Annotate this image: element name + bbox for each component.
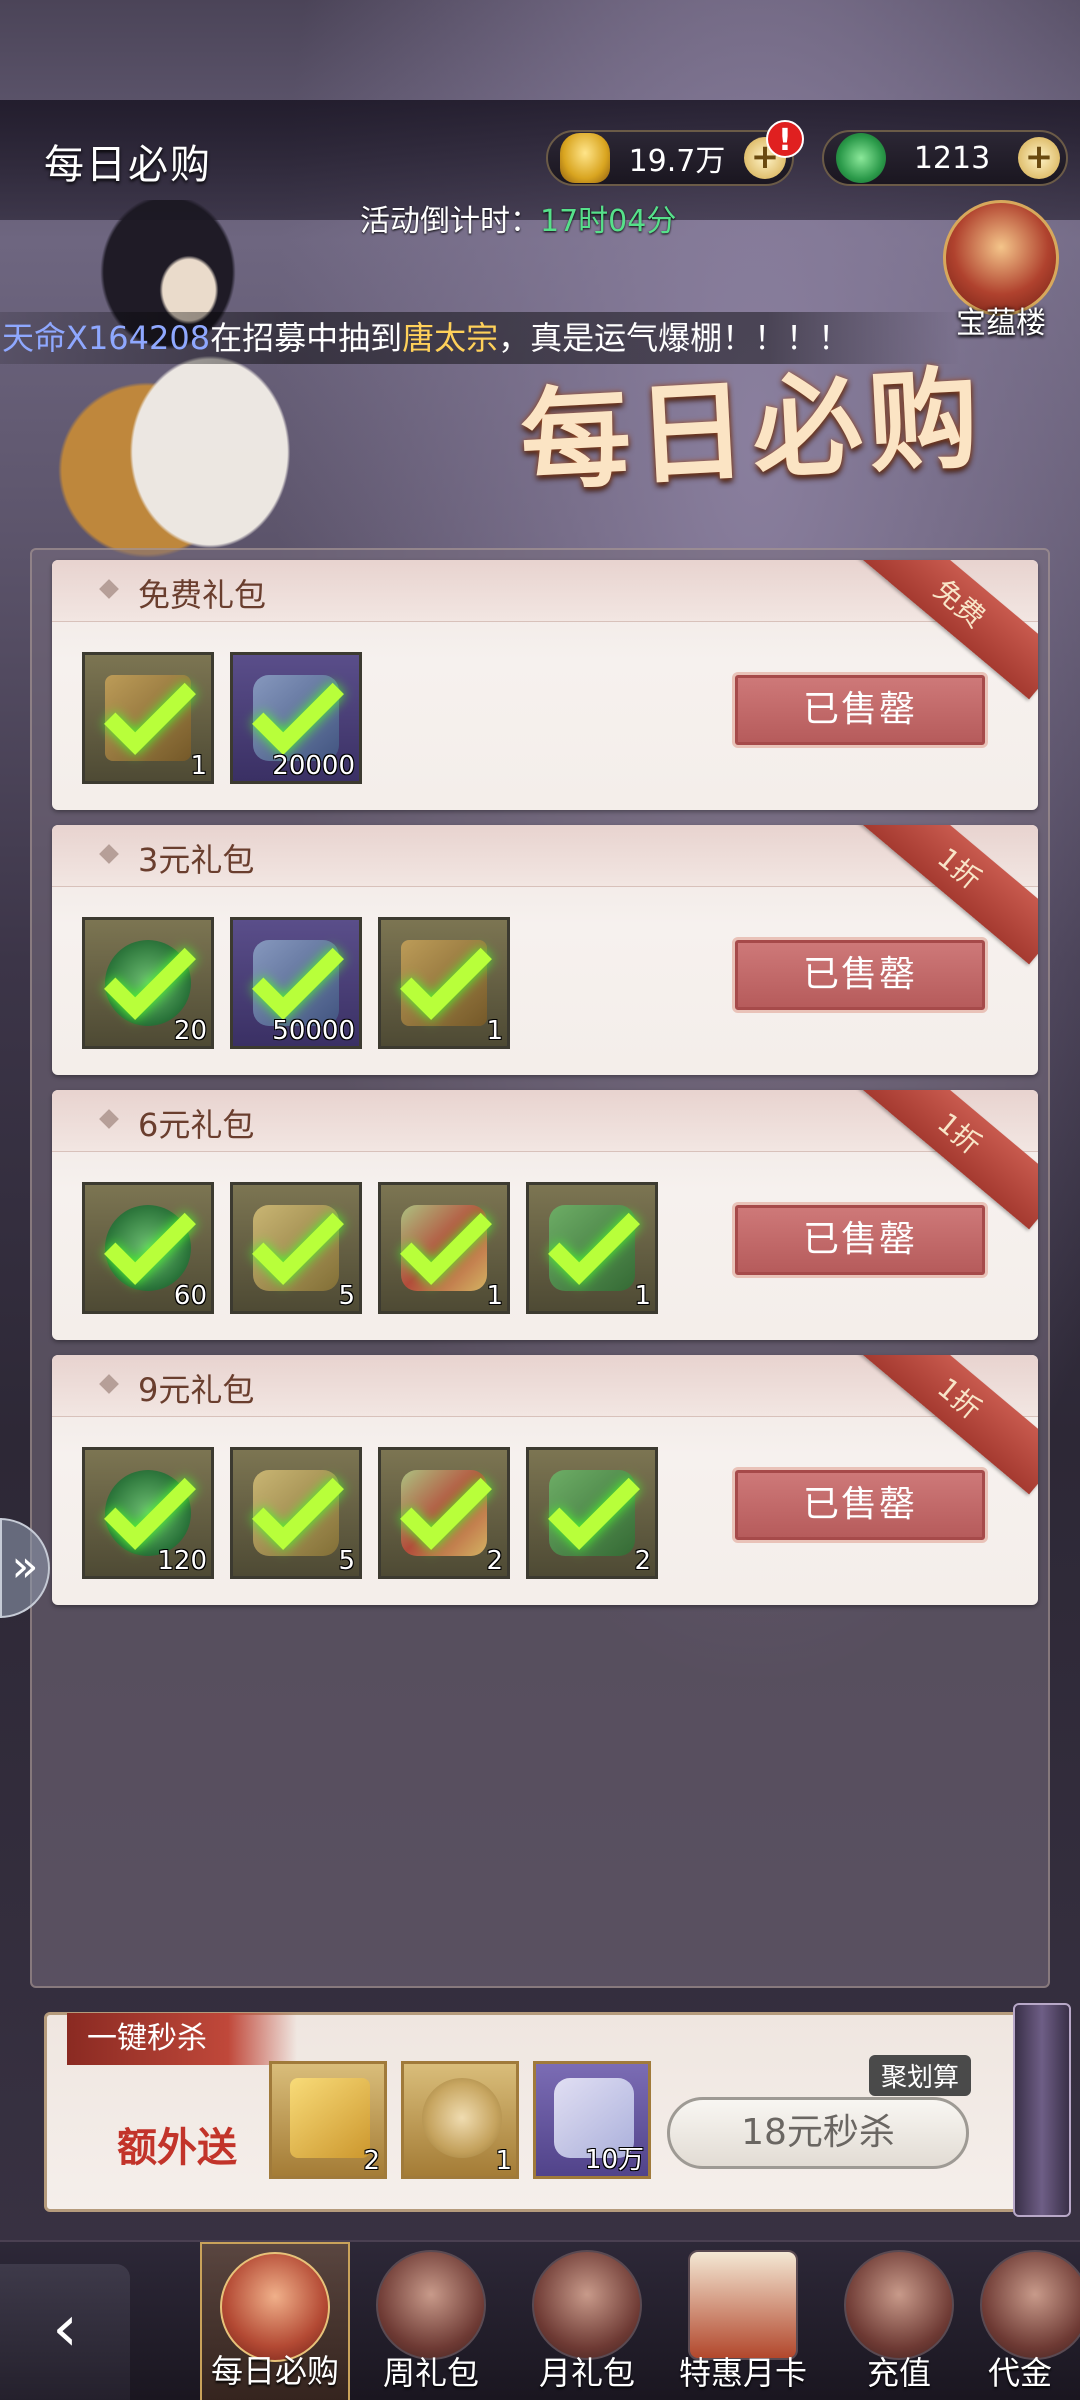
item-quantity: 2 — [634, 1546, 651, 1576]
reward-item[interactable]: 5 — [230, 1182, 362, 1314]
pack-items: 20 50000 1 — [82, 917, 510, 1049]
flash-sale-ribbon: 一键秒杀 — [67, 2013, 297, 2065]
item-quantity: 10万 — [584, 2145, 644, 2175]
nav-tab-label: 充值 — [866, 2354, 931, 2392]
gold-ingot-icon — [560, 133, 610, 183]
marquee-middle: 在招募中抽到 — [210, 319, 403, 357]
marquee-hero: 唐太宗 — [402, 319, 499, 357]
reward-item[interactable]: 60 — [82, 1182, 214, 1314]
marquee-prefix: 天命 — [2, 319, 67, 357]
reward-item[interactable]: 1 — [378, 1182, 510, 1314]
diamond-icon — [99, 1374, 119, 1394]
nav-tab[interactable]: 充值 — [824, 2242, 974, 2400]
jade-amount: 1213 — [913, 140, 991, 176]
bottom-nav: ‹ 每日必购 周礼包 月礼包 特惠月卡 充值 代金 — [0, 2240, 1080, 2400]
extra-reward-item[interactable]: 2 — [269, 2061, 387, 2179]
marquee-player: X164208 — [66, 319, 211, 357]
item-quantity: 1 — [495, 2146, 512, 2176]
nav-tab-label: 代金 — [987, 2354, 1052, 2392]
alert-badge-icon: ! — [766, 120, 804, 158]
nav-tab[interactable]: 代金 — [980, 2242, 1080, 2400]
nav-tab[interactable]: 每日必购 — [200, 2242, 350, 2400]
item-quantity: 1 — [486, 1016, 503, 1046]
item-quantity: 1 — [634, 1281, 651, 1311]
diamond-icon — [99, 1109, 119, 1129]
nav-tab[interactable]: 特惠月卡 — [668, 2242, 818, 2400]
reward-item[interactable]: 2 — [526, 1447, 658, 1579]
item-quantity: 1 — [486, 1281, 503, 1311]
gift-pack-card: 3元礼包 1折 20 50000 1 已售罄 — [52, 825, 1038, 1075]
extra-gift-label: 额外送 — [117, 2124, 237, 2171]
clover-coin-icon — [422, 2078, 502, 2158]
recharge-icon — [844, 2250, 954, 2360]
reward-item[interactable]: 20000 — [230, 652, 362, 784]
sold-out-button[interactable]: 已售罄 — [732, 1202, 988, 1278]
gift-pack-card: 6元礼包 1折 60 5 1 1 已售罄 — [52, 1090, 1038, 1340]
reward-item[interactable]: 1 — [526, 1182, 658, 1314]
pack-items: 120 5 2 2 — [82, 1447, 658, 1579]
jade-dragon-icon — [836, 133, 886, 183]
diamond-icon — [99, 844, 119, 864]
gift-pack-card: 免费礼包 免费 1 20000 已售罄 — [52, 560, 1038, 810]
extra-gift-items: 2 1 10万 — [269, 2061, 651, 2179]
weekly-pack-icon — [376, 2250, 486, 2360]
nav-tab[interactable]: 月礼包 — [512, 2242, 662, 2400]
pack-items: 1 20000 — [82, 652, 362, 784]
pack-title: 免费礼包 — [138, 576, 267, 614]
sold-out-button[interactable]: 已售罄 — [732, 672, 988, 748]
item-quantity: 2 — [486, 1546, 503, 1576]
voucher-icon — [980, 2250, 1080, 2360]
item-quantity: 5 — [338, 1546, 355, 1576]
item-quantity: 20000 — [272, 751, 355, 781]
flash-sale-bar: 一键秒杀 额外送 2 1 10万 18元秒杀 聚划算 — [44, 2003, 1071, 2217]
nav-tab-label: 每日必购 — [210, 2352, 339, 2390]
monthly-card-icon — [688, 2250, 798, 2360]
nav-tab-label: 特惠月卡 — [678, 2354, 807, 2392]
deal-tag: 聚划算 — [869, 2055, 972, 2096]
item-quantity: 50000 — [272, 1016, 355, 1046]
gift-pack-card: 9元礼包 1折 120 5 2 2 已售罄 — [52, 1355, 1038, 1605]
scroll-decoration — [1013, 2003, 1071, 2217]
reward-item[interactable]: 1 — [378, 917, 510, 1049]
reward-item[interactable]: 2 — [378, 1447, 510, 1579]
pack-items: 60 5 1 1 — [82, 1182, 658, 1314]
chevron-right-icon: » — [11, 1541, 39, 1592]
item-quantity: 20 — [173, 1016, 207, 1046]
item-quantity: 60 — [173, 1281, 207, 1311]
pack-title: 6元礼包 — [138, 1106, 255, 1144]
hero-illustration — [0, 200, 420, 560]
monthly-pack-icon — [532, 2250, 642, 2360]
gold-amount: 19.7万 — [628, 144, 726, 179]
reward-item[interactable]: 20 — [82, 917, 214, 1049]
extra-reward-item[interactable]: 10万 — [533, 2061, 651, 2179]
item-quantity: 1 — [190, 751, 207, 781]
nav-tab-label: 月礼包 — [538, 2354, 635, 2392]
item-quantity: 120 — [157, 1546, 207, 1576]
pack-title: 9元礼包 — [138, 1371, 255, 1409]
reward-item[interactable]: 50000 — [230, 917, 362, 1049]
countdown-time: 17时04分 — [540, 204, 677, 239]
sold-out-button[interactable]: 已售罄 — [732, 937, 988, 1013]
pack-title: 3元礼包 — [138, 841, 255, 879]
sold-out-button[interactable]: 已售罄 — [732, 1467, 988, 1543]
add-jade-button[interactable]: + — [1018, 137, 1060, 179]
jade-currency: 1213 + — [822, 130, 1068, 186]
nav-tab-label: 周礼包 — [382, 2354, 479, 2392]
banner-title: 每日必购 — [517, 352, 988, 507]
back-button[interactable]: ‹ — [0, 2264, 130, 2400]
nav-tab[interactable]: 周礼包 — [356, 2242, 506, 2400]
diamond-icon — [99, 579, 119, 599]
item-quantity: 5 — [338, 1281, 355, 1311]
reward-item[interactable]: 5 — [230, 1447, 362, 1579]
page-title: 每日必购 — [44, 142, 212, 188]
question-token-icon — [290, 2078, 370, 2158]
gold-currency: 19.7万 + — [546, 130, 794, 186]
extra-reward-item[interactable]: 1 — [401, 2061, 519, 2179]
reward-item[interactable]: 120 — [82, 1447, 214, 1579]
reward-item[interactable]: 1 — [82, 652, 214, 784]
flash-sale-buy-button[interactable]: 18元秒杀 — [667, 2097, 969, 2169]
item-quantity: 2 — [363, 2146, 380, 2176]
